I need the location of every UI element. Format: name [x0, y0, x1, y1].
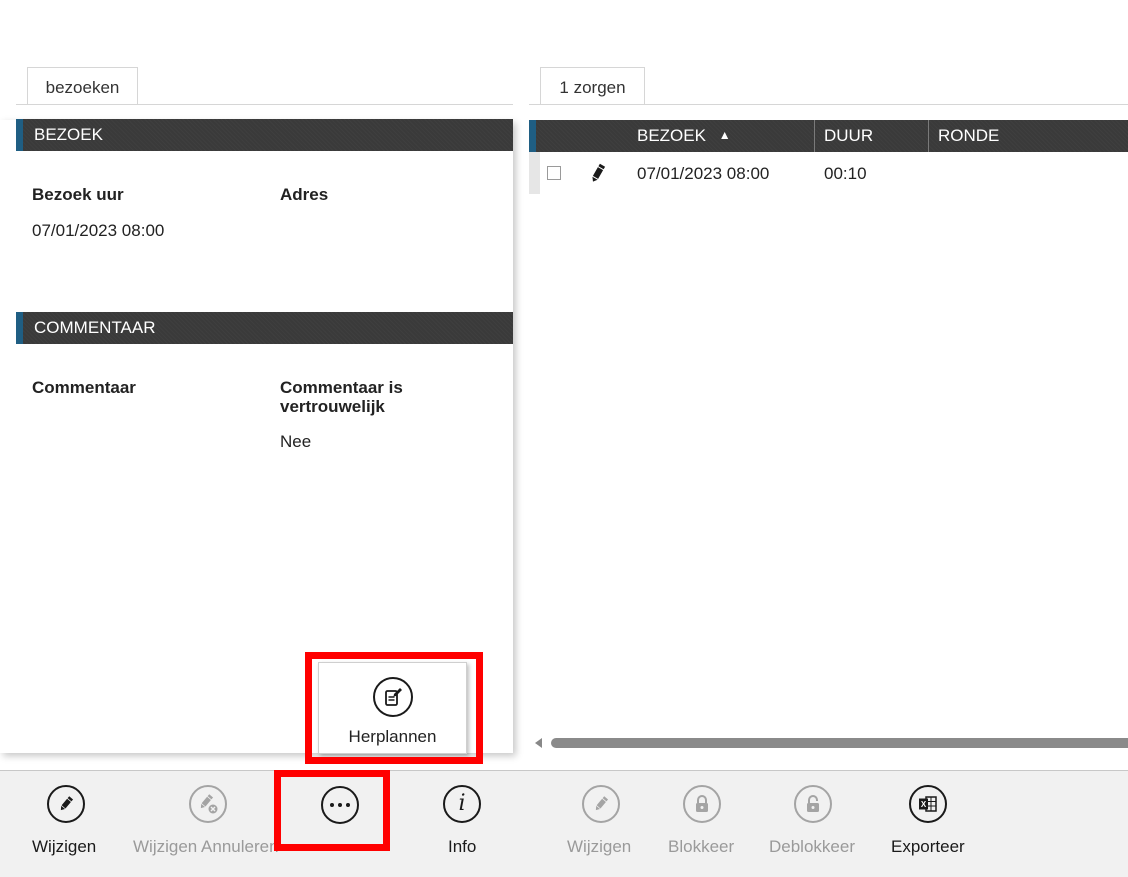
column-header-duur[interactable]: DUUR — [824, 120, 873, 152]
field-value-bezoek-uur: 07/01/2023 08:00 — [32, 221, 165, 240]
info-button[interactable]: i Info — [425, 771, 501, 877]
wijzigen-annuleren-label: Wijzigen Annuleren — [133, 837, 279, 856]
info-icon: i — [443, 785, 481, 823]
grid-header: BEZOEK ▲ DUUR RONDE — [529, 120, 1128, 152]
pencil-icon[interactable] — [587, 162, 609, 189]
sort-ascending-icon: ▲ — [718, 128, 731, 142]
highlight-box-more — [274, 770, 390, 851]
pencil-icon — [582, 785, 620, 823]
lock-icon — [683, 785, 721, 823]
column-separator — [814, 120, 815, 152]
field-label-commentaar-vertrouwelijk: Commentaar is vertrouwelijk — [280, 378, 403, 416]
blokkeer-button[interactable]: Blokkeer — [660, 771, 744, 877]
row-checkbox[interactable] — [547, 166, 561, 180]
column-header-label: DUUR — [824, 126, 874, 145]
tab-underline — [16, 104, 513, 105]
excel-icon: X — [909, 785, 947, 823]
pencil-cancel-icon — [189, 785, 227, 823]
wijzigen-annuleren-button[interactable]: Wijzigen Annuleren — [130, 771, 290, 877]
column-separator — [928, 120, 929, 152]
row-accent — [529, 152, 540, 194]
tab-underline — [529, 104, 1128, 105]
table-row[interactable]: 07/01/2023 08:00 00:10 — [529, 152, 1128, 194]
grid-wijzigen-button[interactable]: Wijzigen — [560, 771, 642, 877]
grid-wijzigen-label: Wijzigen — [567, 837, 632, 856]
column-header-label: RONDE — [938, 126, 1000, 145]
pencil-icon — [47, 785, 85, 823]
section-title: COMMENTAAR — [34, 318, 156, 337]
tab-bezoeken[interactable]: bezoeken — [27, 67, 138, 104]
deblokkeer-label: Deblokkeer — [769, 837, 855, 856]
field-value-commentaar-vertrouwelijk: Nee — [280, 432, 312, 451]
column-header-label: BEZOEK — [637, 126, 706, 145]
info-label: Info — [448, 837, 477, 856]
tab-label: 1 zorgen — [559, 78, 626, 97]
exporteer-label: Exporteer — [891, 837, 965, 856]
cell-duur: 00:10 — [824, 164, 867, 183]
blokkeer-label: Blokkeer — [668, 837, 735, 856]
field-label-commentaar: Commentaar — [32, 378, 136, 397]
section-title: BEZOEK — [34, 125, 103, 144]
unlock-icon — [794, 785, 832, 823]
field-label-adres: Adres — [280, 185, 329, 204]
column-header-ronde[interactable]: RONDE — [938, 120, 999, 152]
exporteer-button[interactable]: X Exporteer — [885, 771, 975, 877]
bottom-toolbar: Wijzigen Wijzigen Annuleren i Info Wijzi… — [0, 770, 1128, 877]
field-label-bezoek-uur: Bezoek uur — [32, 185, 124, 204]
scroll-left-arrow[interactable] — [535, 738, 542, 748]
svg-text:X: X — [921, 800, 927, 809]
tab-zorgen[interactable]: 1 zorgen — [540, 67, 645, 104]
section-header-bezoek: BEZOEK — [16, 119, 513, 151]
section-header-commentaar: COMMENTAAR — [16, 312, 513, 344]
wijzigen-button[interactable]: Wijzigen — [20, 771, 112, 877]
horizontal-scrollbar-thumb[interactable] — [551, 738, 1128, 748]
column-header-bezoek[interactable]: BEZOEK ▲ — [637, 120, 731, 152]
cell-bezoek: 07/01/2023 08:00 — [637, 164, 770, 183]
highlight-box-herplannen — [305, 652, 483, 764]
tab-label: bezoeken — [45, 78, 120, 97]
wijzigen-label: Wijzigen — [32, 837, 97, 856]
deblokkeer-button[interactable]: Deblokkeer — [765, 771, 861, 877]
